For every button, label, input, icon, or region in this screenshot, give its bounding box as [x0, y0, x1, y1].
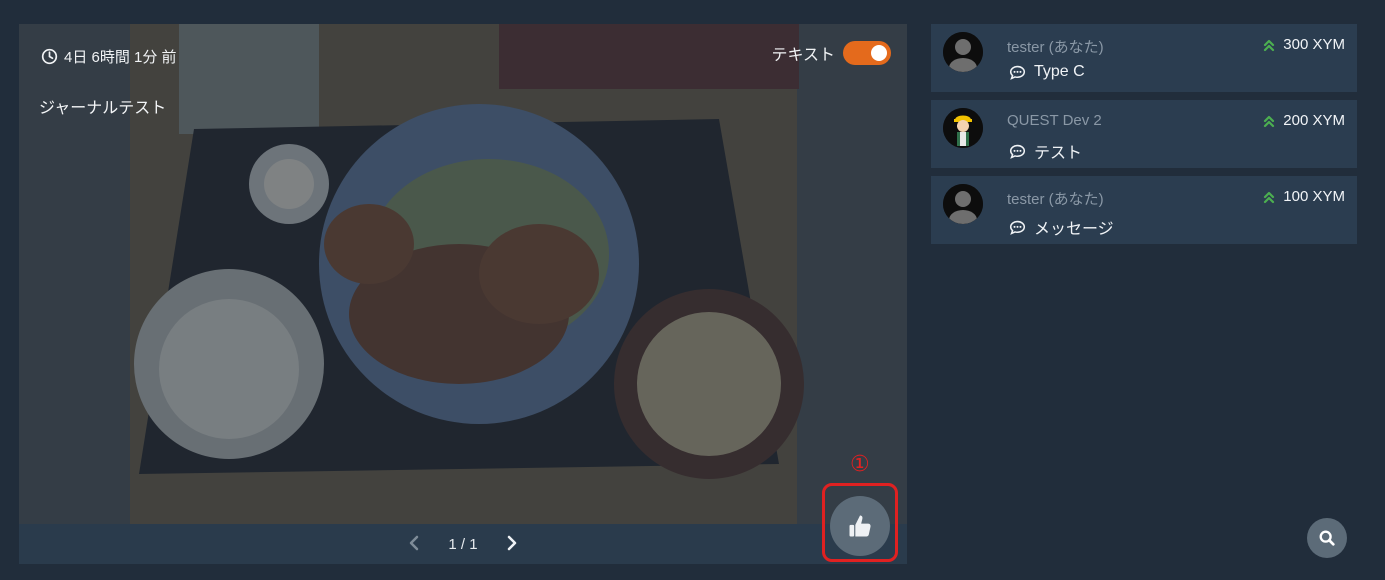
comment-author: QUEST Dev 2	[1007, 112, 1102, 129]
tip-amount: 200 XYM	[1263, 112, 1345, 129]
double-chevron-up-icon	[1264, 191, 1275, 203]
next-image-button[interactable]	[506, 535, 518, 554]
tip-amount: 300 XYM	[1263, 36, 1345, 53]
toggle-knob	[871, 45, 887, 61]
avatar	[943, 184, 983, 224]
page-counter: 1 / 1	[448, 535, 478, 553]
tip-amount-text: 300 XYM	[1283, 36, 1345, 53]
worker-avatar-icon	[943, 108, 983, 148]
comment-message: テスト	[1009, 139, 1082, 163]
comment-bubble-icon	[1009, 144, 1026, 159]
default-avatar-icon	[943, 32, 983, 72]
comment-author: tester (あなた)	[1007, 39, 1104, 56]
post-time: 4日 6時間 1分 前	[41, 46, 177, 67]
like-button[interactable]	[830, 496, 890, 556]
journal-card: 4日 6時間 1分 前 テキスト ジャーナルテスト 1 / 1	[19, 24, 907, 564]
avatar	[943, 32, 983, 72]
image-pager: 1 / 1	[19, 524, 907, 564]
time-ago-text: 4日 6時間 1分 前	[64, 49, 177, 66]
tip-amount: 100 XYM	[1263, 188, 1345, 205]
comment-message: Type C	[1009, 63, 1085, 81]
comment-message-text: メッセージ	[1034, 221, 1114, 238]
comment-author: tester (あなた)	[1007, 191, 1104, 208]
default-avatar-icon	[943, 184, 983, 224]
step-marker: ①	[850, 452, 870, 477]
comment-item: tester (あなた) 300 XYM Type C	[931, 24, 1357, 92]
search-button[interactable]	[1307, 518, 1347, 558]
double-chevron-up-icon	[1264, 39, 1275, 51]
thumbs-up-icon	[849, 515, 871, 537]
clock-icon	[41, 48, 58, 65]
chevron-left-icon	[410, 535, 419, 550]
comment-item: QUEST Dev 2 200 XYM テスト	[931, 100, 1357, 168]
tip-amount-text: 200 XYM	[1283, 112, 1345, 129]
comment-message: メッセージ	[1009, 215, 1114, 239]
text-toggle-switch[interactable]	[843, 41, 891, 65]
chevron-right-icon	[507, 535, 516, 550]
comment-bubble-icon	[1009, 220, 1026, 235]
search-icon	[1319, 530, 1335, 546]
journal-body-text: ジャーナルテスト	[39, 100, 167, 117]
double-chevron-up-icon	[1264, 115, 1275, 127]
comment-item: tester (あなた) 100 XYM メッセージ	[931, 176, 1357, 244]
comment-bubble-icon	[1009, 65, 1026, 80]
tip-amount-text: 100 XYM	[1283, 188, 1345, 205]
comment-message-text: テスト	[1034, 145, 1083, 162]
prev-image-button[interactable]	[408, 535, 420, 554]
avatar	[943, 108, 983, 148]
text-toggle[interactable]: テキスト	[771, 41, 891, 65]
text-toggle-label: テキスト	[771, 47, 835, 64]
comment-message-text: Type C	[1034, 63, 1085, 80]
